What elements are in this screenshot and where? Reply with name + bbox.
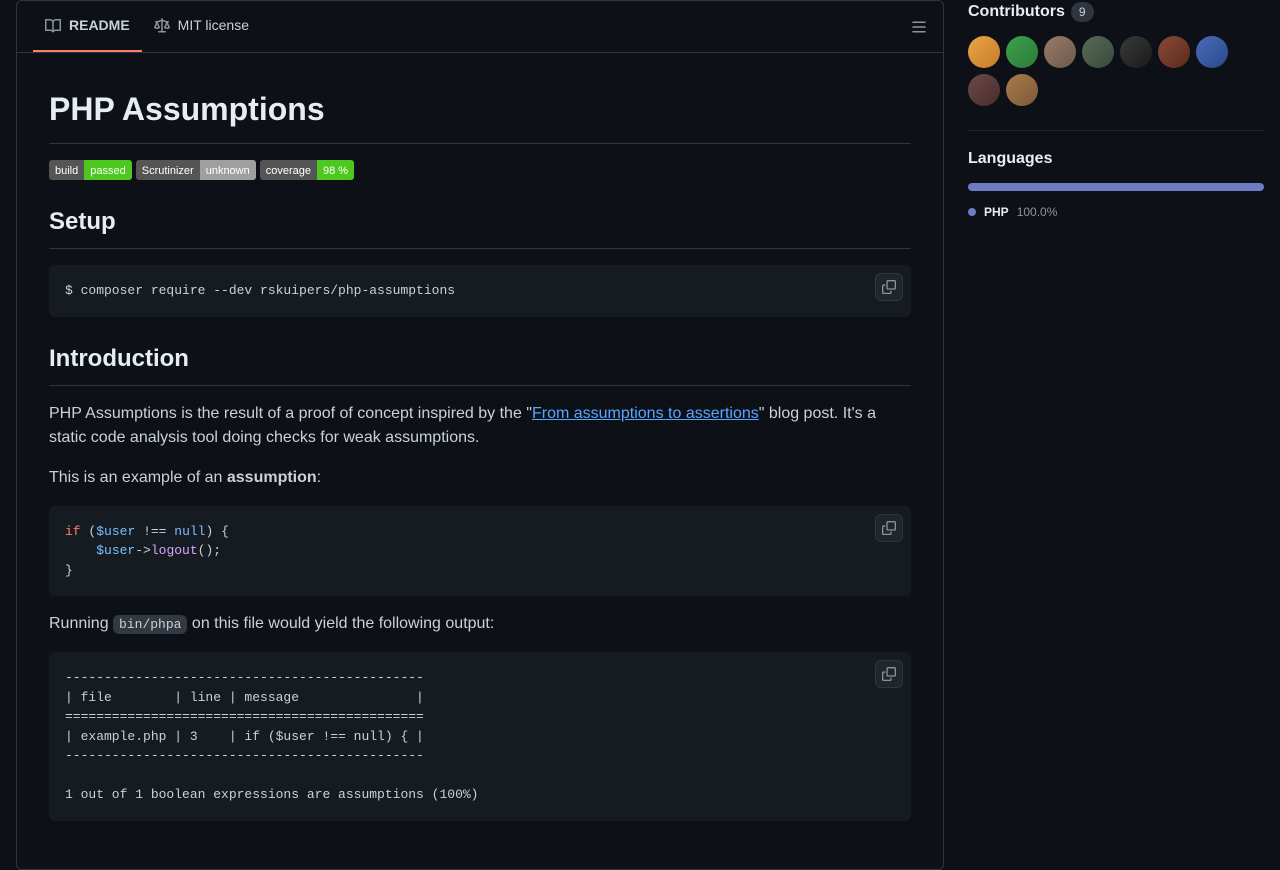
running-paragraph: Running bin/phpa on this file would yiel… <box>49 612 911 636</box>
running-code: bin/phpa <box>113 615 187 634</box>
copy-icon[interactable] <box>875 514 903 542</box>
setup-heading: Setup <box>49 204 911 249</box>
contributors-count: 9 <box>1071 2 1094 22</box>
example-code: if ($user !== null) { $user->logout(); } <box>65 522 895 581</box>
readme-box: README MIT license PHP Assumptions build <box>16 0 944 870</box>
avatar[interactable] <box>968 74 1000 106</box>
readme-content: PHP Assumptions build passed Scrutinizer… <box>17 53 943 869</box>
tab-readme[interactable]: README <box>33 1 142 52</box>
page-title: PHP Assumptions <box>49 85 911 144</box>
contributor-avatars <box>968 36 1264 106</box>
avatar[interactable] <box>1120 36 1152 68</box>
output-code: ----------------------------------------… <box>65 668 895 805</box>
avatar[interactable] <box>968 36 1000 68</box>
copy-icon[interactable] <box>875 660 903 688</box>
avatar[interactable] <box>1006 36 1038 68</box>
language-dot <box>968 208 976 216</box>
avatar[interactable] <box>1044 36 1076 68</box>
intro-heading: Introduction <box>49 341 911 386</box>
sidebar: Contributors 9 Languages PHP <box>968 0 1264 870</box>
intro-link[interactable]: From assumptions to assertions <box>532 405 759 422</box>
badges: build passed Scrutinizer unknown coverag… <box>49 160 911 180</box>
law-icon <box>154 18 170 34</box>
example-paragraph: This is an example of an assumption: <box>49 466 911 490</box>
book-icon <box>45 18 61 34</box>
avatar[interactable] <box>1006 74 1038 106</box>
avatar[interactable] <box>1082 36 1114 68</box>
badge-coverage[interactable]: coverage 98 % <box>260 160 354 180</box>
avatar[interactable] <box>1158 36 1190 68</box>
divider <box>968 130 1264 131</box>
setup-code: $ composer require --dev rskuipers/php-a… <box>65 281 895 301</box>
output-code-block: ----------------------------------------… <box>49 652 911 821</box>
tab-license[interactable]: MIT license <box>142 1 261 52</box>
outline-icon[interactable] <box>911 19 927 35</box>
contributors-section: Contributors 9 <box>968 0 1264 106</box>
copy-icon[interactable] <box>875 273 903 301</box>
file-tabs: README MIT license <box>17 1 943 53</box>
setup-code-block: $ composer require --dev rskuipers/php-a… <box>49 265 911 317</box>
tab-license-label: MIT license <box>178 15 249 36</box>
tab-readme-label: README <box>69 15 130 36</box>
intro-paragraph: PHP Assumptions is the result of a proof… <box>49 402 911 450</box>
example-code-block: if ($user !== null) { $user->logout(); } <box>49 506 911 597</box>
avatar[interactable] <box>1196 36 1228 68</box>
languages-heading: Languages <box>968 147 1264 171</box>
language-item[interactable]: PHP 100.0% <box>968 203 1264 221</box>
contributors-heading: Contributors <box>968 0 1065 24</box>
languages-bar <box>968 183 1264 191</box>
badge-scrutinizer[interactable]: Scrutinizer unknown <box>136 160 256 180</box>
languages-section: Languages PHP 100.0% <box>968 147 1264 221</box>
badge-build[interactable]: build passed <box>49 160 132 180</box>
